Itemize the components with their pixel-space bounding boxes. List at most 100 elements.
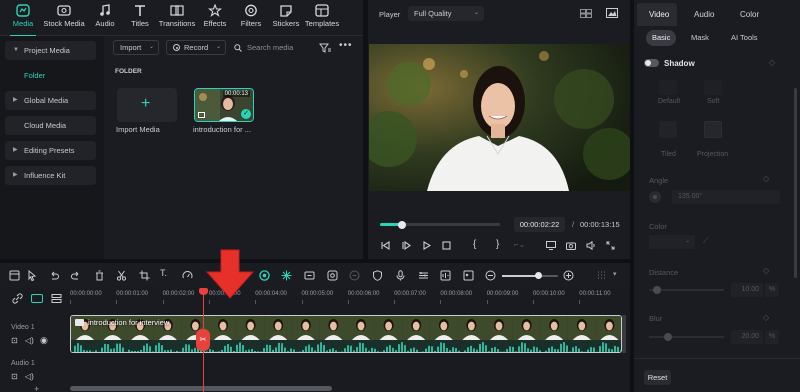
keyframe-icon[interactable] <box>327 270 338 281</box>
keyframe-diamond-icon[interactable]: ◇ <box>769 58 775 67</box>
keyframe-diamond-icon[interactable]: ◇ <box>763 313 769 322</box>
quality-dropdown[interactable]: Full Quality ⌄ <box>408 6 484 21</box>
keyframe-diamond-icon[interactable]: ◇ <box>763 174 769 183</box>
sidebar-item-folder[interactable]: Folder <box>5 66 96 85</box>
track-lock-icon[interactable]: ⊡ <box>11 372 18 381</box>
import-dropdown[interactable]: Import ⌄ <box>113 40 159 55</box>
mark-in-icon[interactable]: { <box>473 239 476 250</box>
replace-icon[interactable] <box>463 270 474 281</box>
shadow-toggle[interactable] <box>644 59 659 67</box>
delete-icon[interactable] <box>94 270 105 281</box>
shadow-preset-tiled[interactable] <box>659 121 677 138</box>
snapshot-icon[interactable] <box>606 8 618 18</box>
voiceover-icon[interactable] <box>440 270 451 281</box>
video-clip[interactable]: introduction for interview <box>70 315 622 353</box>
tab-media[interactable]: Media <box>6 4 40 37</box>
sparkle-icon[interactable] <box>281 270 292 281</box>
tab-audio-props[interactable]: Audio <box>694 10 714 19</box>
waveform-bar <box>71 352 73 353</box>
zoom-slider[interactable] <box>502 272 558 279</box>
audio-mixer-icon[interactable] <box>418 270 429 281</box>
cut-icon[interactable] <box>116 270 127 281</box>
select-tool-icon[interactable] <box>27 270 38 281</box>
track-settings-icon[interactable] <box>51 293 62 304</box>
tab-color[interactable]: Color <box>740 10 759 19</box>
tab-video[interactable]: Video <box>637 3 677 26</box>
eye-icon[interactable]: ◉ <box>40 335 48 346</box>
sidebar-item-project-media[interactable]: ▼ Project Media <box>5 41 96 60</box>
speed-icon[interactable] <box>182 270 193 281</box>
sidebar-item-cloud-media[interactable]: Cloud Media <box>5 116 96 135</box>
text-tool-icon[interactable]: T. <box>160 268 174 279</box>
angle-field[interactable]: 135.00° <box>672 190 780 204</box>
record-dropdown[interactable]: Record ⌄ <box>166 40 226 55</box>
fullscreen-icon[interactable] <box>606 241 615 250</box>
distance-slider[interactable] <box>649 286 724 294</box>
ai-icon[interactable] <box>259 270 270 281</box>
timeline-vertical-scroll[interactable] <box>622 315 626 353</box>
zoom-handle[interactable] <box>535 272 542 279</box>
track-mute-icon[interactable]: ◁) <box>25 372 34 381</box>
sidebar-item-global-media[interactable]: ▶ Global Media <box>5 91 96 110</box>
stop-icon[interactable] <box>442 241 451 250</box>
add-track-icon[interactable]: + <box>34 384 39 392</box>
shadow-preset-projection[interactable] <box>704 121 722 138</box>
import-media-tile[interactable]: + <box>117 88 177 122</box>
track-lock-icon[interactable]: ⊡ <box>11 336 18 345</box>
audio-stretch-icon[interactable] <box>304 270 315 281</box>
grid-dots-icon[interactable] <box>596 270 607 281</box>
time-ruler[interactable]: 00:00:00:00 00:00:01:00 00:00:02:00 00:00:0… <box>70 287 630 305</box>
layout-icon[interactable] <box>9 270 20 281</box>
clip-frame <box>595 316 621 340</box>
mark-out-icon[interactable]: } <box>496 239 499 250</box>
grid-view-icon[interactable] <box>580 9 592 18</box>
chevron-down-icon[interactable]: ▾ <box>613 270 617 278</box>
shadow-preset-soft[interactable] <box>704 80 722 95</box>
properties-scrollbar[interactable] <box>794 88 797 278</box>
undo-icon[interactable] <box>49 270 60 281</box>
filter-icon[interactable] <box>319 43 331 53</box>
play-icon[interactable] <box>422 241 431 250</box>
zoom-out-icon[interactable] <box>485 270 496 281</box>
display-icon[interactable] <box>546 241 556 250</box>
scissors-icon[interactable]: ✂ <box>196 329 210 351</box>
current-time[interactable]: 00:00:02:22 <box>514 217 565 232</box>
split-marker-icon[interactable]: ⌐⌄ <box>514 240 525 249</box>
shadow-preset-default[interactable] <box>659 80 677 95</box>
sidebar-item-editing-presets[interactable]: ▶ Editing Presets <box>5 141 96 160</box>
track-mute-icon[interactable]: ◁) <box>25 336 34 345</box>
redo-icon[interactable] <box>70 270 81 281</box>
link-icon[interactable] <box>12 293 23 304</box>
keyframe-diamond-icon[interactable]: ◇ <box>763 266 769 275</box>
blur-field[interactable]: 20.00 <box>731 330 763 344</box>
ruler-tick <box>347 300 349 304</box>
crop-icon[interactable] <box>139 270 150 281</box>
eyedropper-icon[interactable]: ⟋ <box>703 236 709 246</box>
magnet-icon[interactable] <box>31 294 43 303</box>
more-icon[interactable]: ••• <box>339 40 353 51</box>
previous-frame-icon[interactable] <box>381 241 390 250</box>
auto-reframe-icon[interactable] <box>349 270 360 281</box>
tab-templates[interactable]: Templates <box>305 4 339 34</box>
subtab-ai-tools[interactable]: AI Tools <box>731 33 758 42</box>
subtab-mask[interactable]: Mask <box>691 33 709 42</box>
timeline-scrollbar[interactable] <box>70 386 332 391</box>
media-clip-thumbnail[interactable]: 00:00:13 ✓ <box>194 88 254 122</box>
playback-progress[interactable] <box>380 220 500 229</box>
volume-icon[interactable] <box>586 241 596 250</box>
play-frame-icon[interactable] <box>402 241 411 250</box>
microphone-icon[interactable] <box>395 270 406 281</box>
progress-handle[interactable] <box>397 220 406 229</box>
distance-field[interactable]: 10.00 <box>731 283 763 297</box>
sidebar-item-influence-kit[interactable]: ▶ Influence Kit <box>5 166 96 185</box>
blur-slider[interactable] <box>649 333 724 341</box>
zoom-in-icon[interactable] <box>563 270 574 281</box>
color-picker-dropdown[interactable]: ⌄ <box>649 235 695 249</box>
reset-button[interactable]: Reset <box>644 370 671 385</box>
tab-stock-media[interactable]: Stock Media <box>43 4 85 34</box>
shield-icon[interactable] <box>372 270 383 281</box>
subtab-basic[interactable]: Basic <box>646 30 676 46</box>
camera-icon[interactable] <box>566 241 576 250</box>
angle-dial[interactable] <box>649 191 661 203</box>
search-input[interactable]: Search media <box>232 40 312 55</box>
